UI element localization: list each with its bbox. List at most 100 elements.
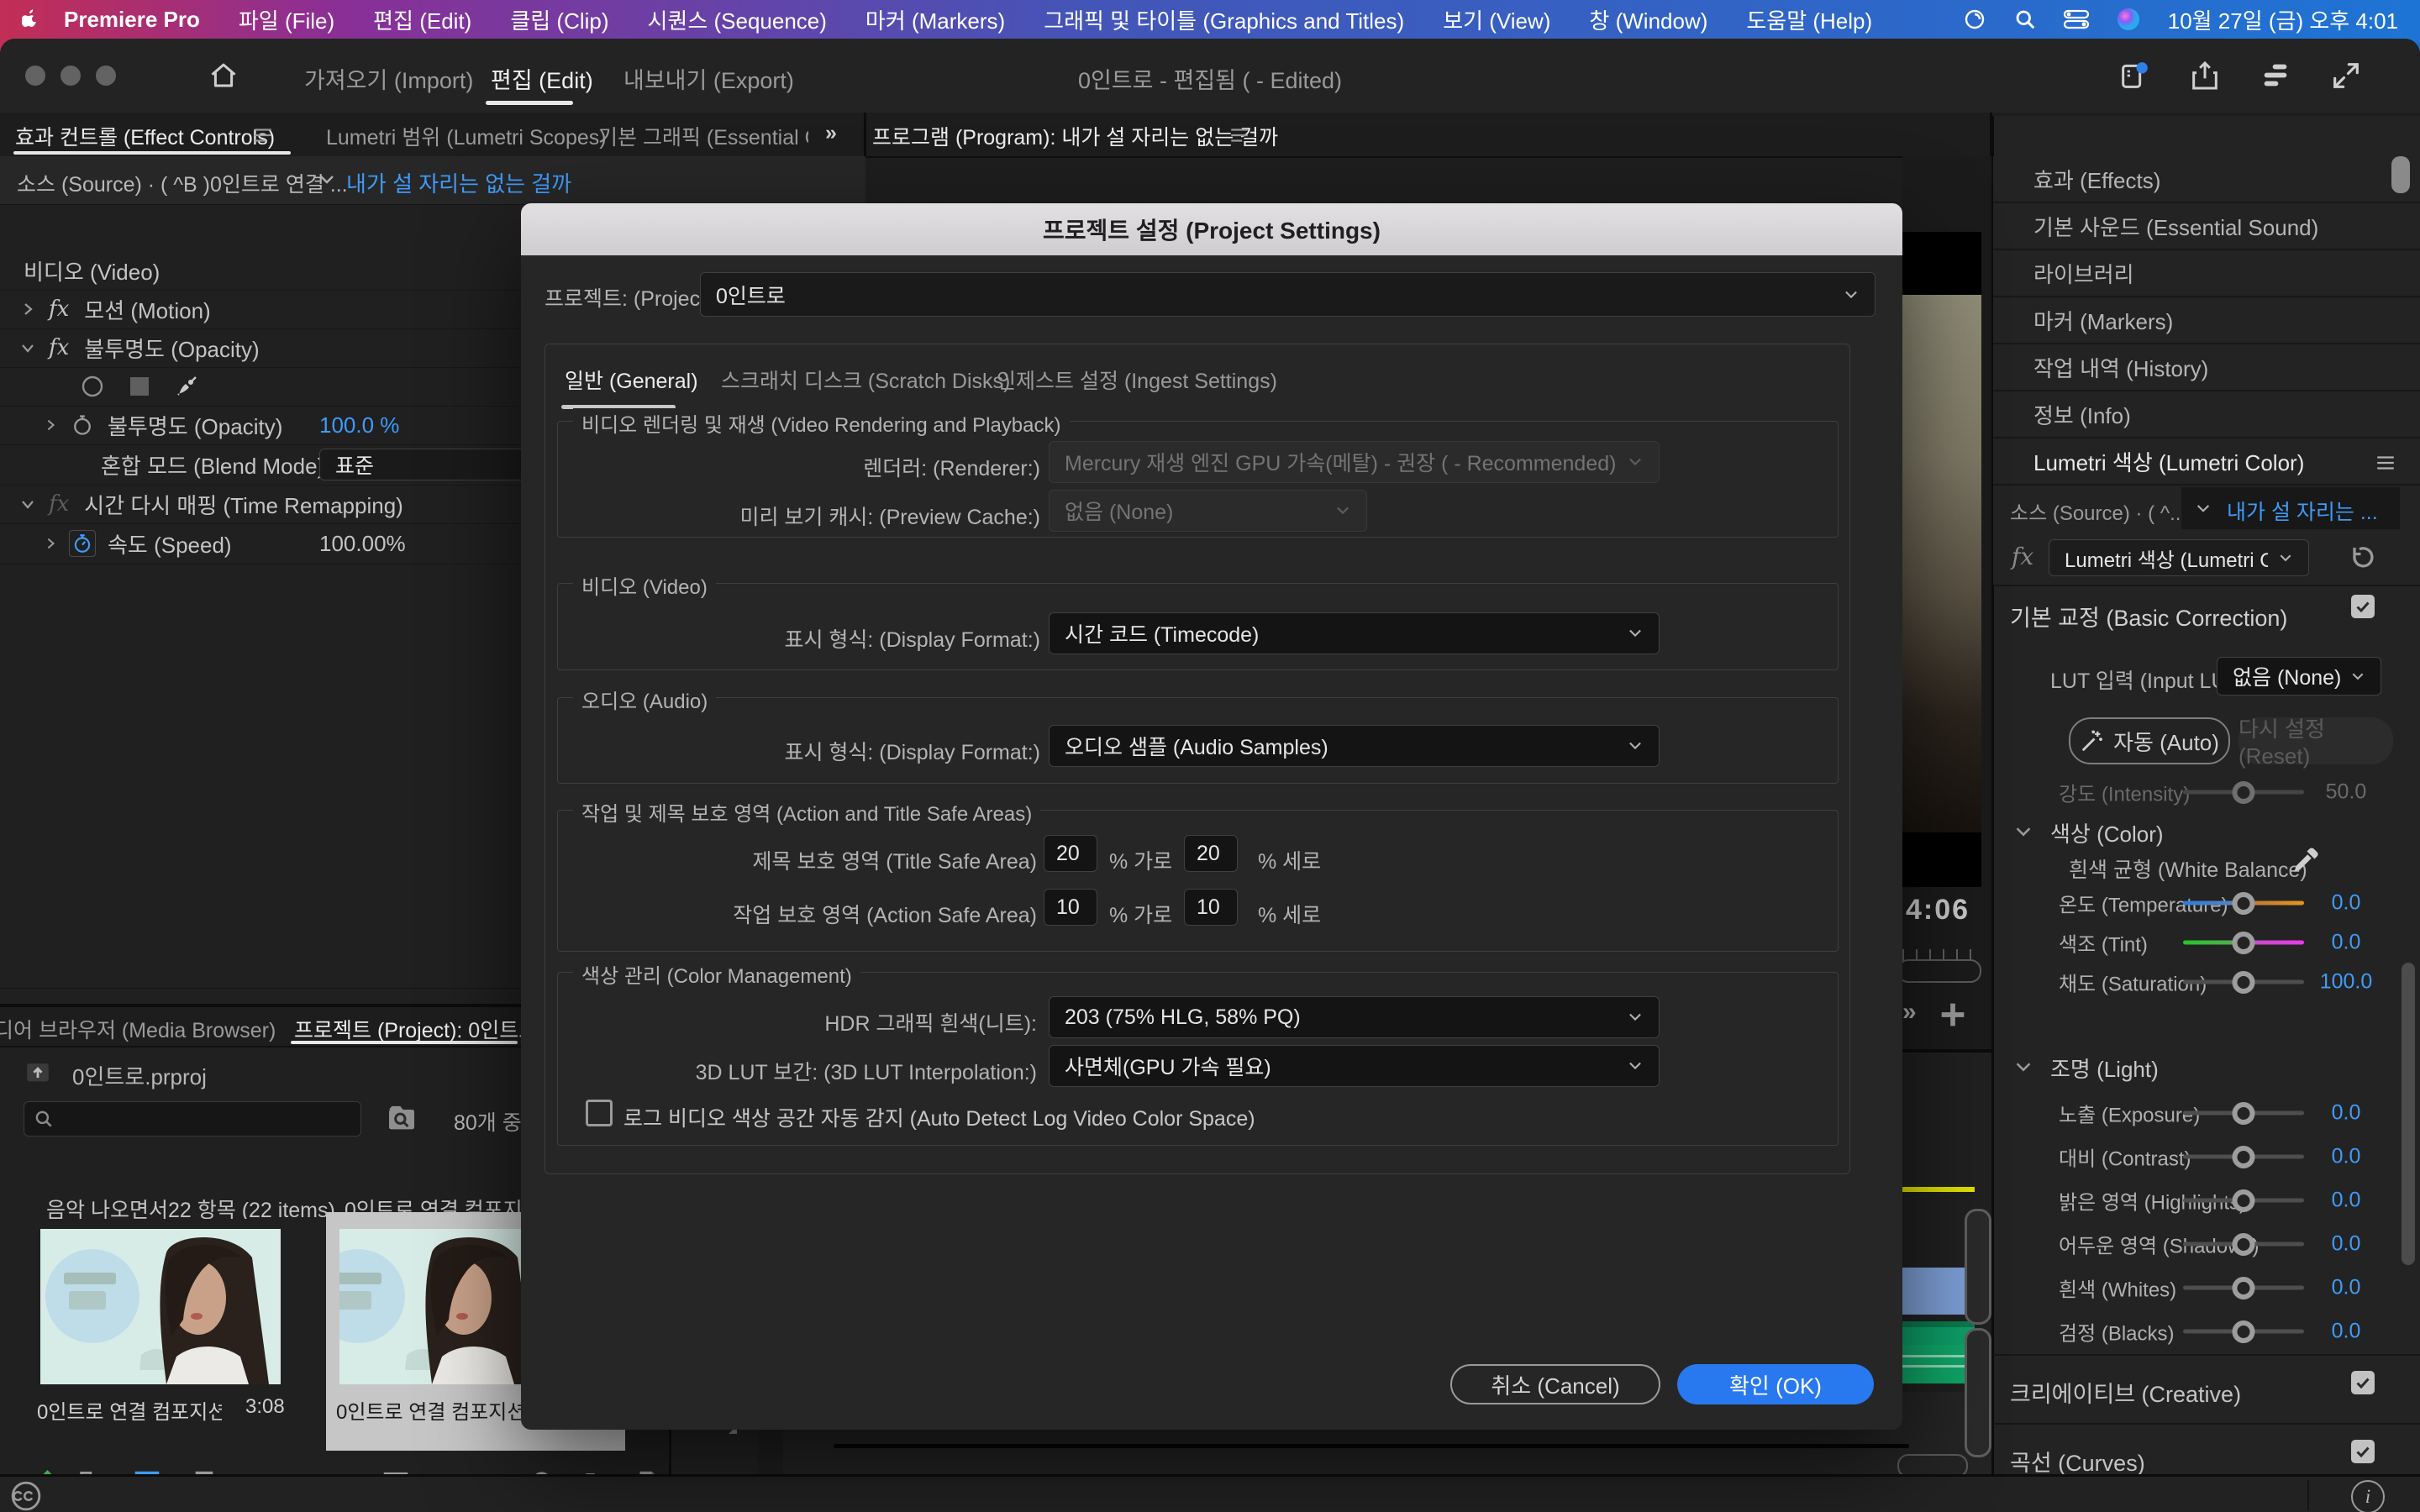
- eyedropper-icon[interactable]: [2291, 845, 2321, 875]
- chevron-right-icon[interactable]: [44, 537, 57, 550]
- minimize-window-button[interactable]: [60, 66, 81, 86]
- ec-blend-dropdown[interactable]: 표준: [319, 449, 555, 480]
- curves-section-header[interactable]: 곡선 (Curves): [2010, 1445, 2145, 1478]
- video-format-dropdown[interactable]: 시간 코드 (Timecode): [1049, 612, 1660, 654]
- add-button-icon[interactable]: [1936, 998, 1970, 1032]
- intensity-value[interactable]: 50.0: [2304, 780, 2388, 805]
- whites-slider[interactable]: [2183, 1286, 2304, 1290]
- panel-item-essential-sound[interactable]: 기본 사운드 (Essential Sound): [1993, 203, 2420, 250]
- quick-export-icon[interactable]: [2118, 59, 2151, 92]
- menu-graphics[interactable]: 그래픽 및 타이틀 (Graphics and Titles): [1044, 4, 1404, 35]
- close-window-button[interactable]: [25, 66, 45, 86]
- ec-opacity-value[interactable]: 100.0 %: [319, 412, 399, 438]
- bin-label[interactable]: 음악 나오면서: [46, 1194, 168, 1219]
- panel-item-lumetri-color[interactable]: Lumetri 색상 (Lumetri Color): [1993, 438, 2420, 486]
- tab-effect-controls[interactable]: 효과 컨트롤 (Effect Controls): [15, 121, 275, 151]
- basic-correction-checkbox[interactable]: [2351, 595, 2375, 618]
- search-input[interactable]: [61, 1104, 350, 1132]
- ok-button[interactable]: 확인 (OK): [1677, 1364, 1874, 1404]
- highlights-slider[interactable]: [2183, 1199, 2304, 1203]
- panel-item-libraries[interactable]: 라이브러리: [1993, 250, 2420, 297]
- info-icon[interactable]: i: [2351, 1480, 2385, 1512]
- curves-checkbox[interactable]: [2351, 1440, 2375, 1463]
- ec-speed-value[interactable]: 100.00%: [319, 531, 406, 557]
- monitor-zoom-scrollbar[interactable]: [1897, 959, 1981, 983]
- program-panel-menu-icon[interactable]: [1228, 126, 1250, 144]
- shadows-value[interactable]: 0.0: [2304, 1232, 2388, 1257]
- sequence-name-link[interactable]: 내가 설 자리는 없는 걸까: [346, 167, 571, 198]
- chevron-down-icon[interactable]: [318, 173, 336, 186]
- tab-edit[interactable]: 편집 (Edit): [491, 62, 593, 95]
- workspaces-icon[interactable]: [2259, 59, 2292, 92]
- highlights-value[interactable]: 0.0: [2304, 1189, 2388, 1213]
- right-panel-scroll-nub[interactable]: [2391, 156, 2410, 193]
- menu-view[interactable]: 보기 (View): [1443, 4, 1550, 35]
- creative-section-header[interactable]: 크리에이티브 (Creative): [2010, 1376, 2241, 1409]
- cancel-button[interactable]: 취소 (Cancel): [1450, 1364, 1660, 1404]
- project-dropdown[interactable]: 0인트로: [700, 272, 1876, 317]
- tint-slider[interactable]: [2183, 941, 2304, 945]
- timeline-audio-clip-2[interactable]: [1901, 1345, 1975, 1383]
- dialog-tab-ingest[interactable]: 인제스트 설정 (Ingest Settings): [997, 365, 1277, 395]
- search-bin-icon[interactable]: [385, 1101, 418, 1135]
- tab-essential-graphics[interactable]: 기본 그래픽 (Essential Gr: [598, 121, 808, 151]
- chevron-down-icon[interactable]: [2013, 1060, 2033, 1074]
- ellipse-mask-icon[interactable]: [80, 374, 105, 399]
- panel-item-effects[interactable]: 효과 (Effects): [1993, 156, 2420, 203]
- tab-lumetri-scopes[interactable]: Lumetri 범위 (Lumetri Scopes): [326, 121, 607, 151]
- intensity-slider[interactable]: [2183, 790, 2304, 795]
- creative-cloud-icon[interactable]: [10, 1480, 42, 1512]
- reset-effect-icon[interactable]: [2344, 543, 2375, 573]
- lumetri-effect-dropdown[interactable]: Lumetri 색상 (Lumetri Co...: [2049, 539, 2309, 576]
- lumetri-scrollbar[interactable]: [2402, 963, 2415, 1265]
- timeline-vscroll-lower[interactable]: [1965, 1328, 1991, 1457]
- menu-markers[interactable]: 마커 (Markers): [865, 4, 1005, 35]
- action-safe-h-input[interactable]: 10: [1044, 889, 1097, 926]
- creative-checkbox[interactable]: [2351, 1371, 2375, 1394]
- fullscreen-icon[interactable]: [2329, 59, 2363, 92]
- saturation-slider[interactable]: [2183, 980, 2304, 984]
- project-file-name[interactable]: 0인트로.prproj: [72, 1060, 207, 1091]
- chevron-down-icon[interactable]: [20, 340, 35, 355]
- tab-export[interactable]: 내보내기 (Export): [623, 62, 794, 95]
- share-icon[interactable]: [2188, 59, 2222, 92]
- panel-menu-icon[interactable]: [252, 126, 274, 144]
- shadows-slider[interactable]: [2183, 1242, 2304, 1247]
- siri-icon[interactable]: [2116, 7, 2141, 32]
- menu-sequence[interactable]: 시퀀스 (Sequence): [648, 4, 827, 35]
- color-section-header[interactable]: 색상 (Color): [2050, 817, 2164, 848]
- exposure-value[interactable]: 0.0: [2304, 1101, 2388, 1126]
- rect-mask-icon[interactable]: [127, 374, 152, 399]
- stopwatch-active-icon[interactable]: [69, 530, 96, 557]
- spotlight-search-icon[interactable]: [2013, 8, 2037, 31]
- menu-clip[interactable]: 클립 (Clip): [510, 4, 608, 35]
- lut-interpolation-dropdown[interactable]: 사면체(GPU 가속 필요): [1049, 1045, 1660, 1087]
- bin-count-label[interactable]: 22 항목 (22 items): [168, 1194, 335, 1219]
- menubar-clock[interactable]: 10월 27일 (금) 오후 4:01: [2168, 4, 2398, 35]
- menu-help[interactable]: 도움말 (Help): [1746, 4, 1872, 35]
- menu-edit[interactable]: 편집 (Edit): [373, 4, 471, 35]
- source-clip-tab[interactable]: 소스 (Source) · ( ^B )0인트로 연결 ...: [17, 168, 348, 198]
- temperature-value[interactable]: 0.0: [2304, 891, 2388, 916]
- stopwatch-icon[interactable]: [71, 413, 94, 437]
- dialog-tab-general[interactable]: 일반 (General): [565, 365, 698, 395]
- auto-button[interactable]: 자동 (Auto): [2069, 717, 2230, 764]
- project-item-1-name[interactable]: 0인트로 연결 컴포지션 05 (...: [37, 1395, 222, 1425]
- auto-detect-log-checkbox[interactable]: [586, 1100, 613, 1126]
- tab-overflow-chevrons[interactable]: »: [825, 121, 837, 145]
- sync-status-icon[interactable]: [1963, 8, 1986, 31]
- dialog-tab-scratch-disks[interactable]: 스크래치 디스크 (Scratch Disks): [721, 365, 1010, 395]
- action-safe-v-input[interactable]: 10: [1184, 889, 1238, 926]
- chevron-down-icon[interactable]: [2013, 825, 2033, 839]
- audio-format-dropdown[interactable]: 오디오 샘플 (Audio Samples): [1049, 725, 1660, 767]
- temperature-slider[interactable]: [2183, 901, 2304, 906]
- tab-media-browser[interactable]: 미디어 브라우저 (Media Browser): [0, 1014, 276, 1044]
- whites-value[interactable]: 0.0: [2304, 1276, 2388, 1300]
- panel-item-info[interactable]: 정보 (Info): [1993, 391, 2420, 438]
- contrast-value[interactable]: 0.0: [2304, 1145, 2388, 1169]
- project-item-1[interactable]: 0인트로 연결 컴포지션 05 (... 3:08: [37, 1224, 284, 1437]
- tab-project[interactable]: 프로젝트 (Project): 0인트로: [294, 1014, 538, 1044]
- apple-menu-icon[interactable]: [22, 8, 40, 30]
- tab-program-monitor[interactable]: 프로그램 (Program): 내가 설 자리는 없는 걸까: [872, 121, 1278, 151]
- pen-mask-icon[interactable]: [174, 374, 199, 399]
